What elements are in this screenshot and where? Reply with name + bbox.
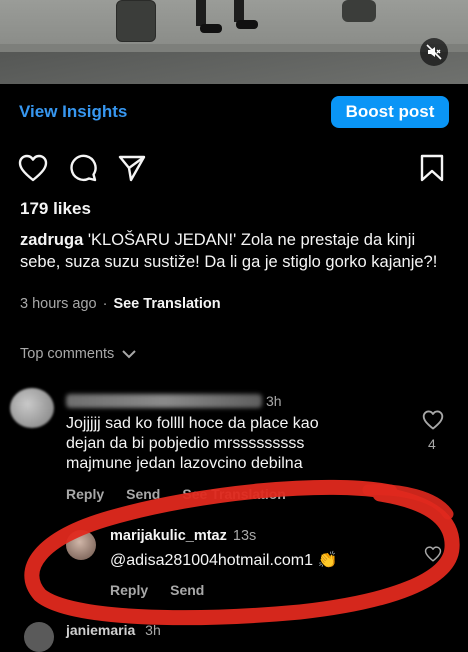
video-person-shoe (236, 20, 258, 29)
post-meta: 3 hours ago · See Translation (20, 296, 221, 312)
send-button[interactable]: Send (126, 486, 160, 502)
video-person-leg (196, 0, 206, 26)
speaker-muted-icon (426, 44, 442, 60)
heart-icon[interactable] (424, 546, 442, 562)
video-ledge (0, 44, 468, 52)
comment-text: Jojjjjj sad ko follll hoce da place kao … (66, 414, 366, 474)
see-translation-link[interactable]: See Translation (182, 486, 285, 502)
blurred-username (66, 394, 262, 408)
boost-post-button[interactable]: Boost post (331, 96, 449, 128)
video-planter (116, 0, 156, 42)
comment-time: 3h (266, 393, 282, 409)
heart-icon[interactable] (422, 410, 444, 430)
video-planter (342, 0, 376, 22)
video-person-shoe (200, 24, 222, 33)
post-time: 3 hours ago (20, 296, 97, 312)
see-translation-link[interactable]: See Translation (113, 296, 220, 312)
reply-button[interactable]: Reply (66, 486, 104, 502)
comment-line: Jojjjjj sad ko follll hoce da place kao (66, 415, 319, 432)
chevron-down-icon (122, 350, 137, 359)
caption-username[interactable]: zadruga (20, 231, 83, 249)
reply-username[interactable]: marijakulic_mtaz (110, 528, 227, 544)
comment-author: janiemaria 3h (66, 622, 161, 638)
reply-text: @adisa281004hotmail.com1 👏 (110, 552, 338, 569)
comment-line: majmune jedan lazovcino debilna (66, 455, 303, 472)
send-button[interactable]: Send (170, 582, 204, 598)
caption-text: 'KLOŠARU JEDAN!' Zola ne prestaje da kin… (20, 231, 438, 271)
bookmark-icon[interactable] (420, 154, 444, 182)
paper-plane-icon[interactable] (118, 154, 146, 182)
top-comments-dropdown[interactable]: Top comments (20, 346, 137, 362)
post-caption: zadruga 'KLOŠARU JEDAN!' Zola ne prestaj… (20, 229, 450, 273)
top-comments-label: Top comments (20, 346, 115, 362)
comment-time: 3h (145, 622, 161, 638)
view-insights-link[interactable]: View Insights (19, 102, 127, 122)
reply-button[interactable]: Reply (110, 582, 148, 598)
comment-bubble-icon[interactable] (69, 154, 97, 182)
reply-time: 13s (232, 528, 257, 544)
likes-count[interactable]: 179 likes (20, 199, 91, 219)
avatar[interactable] (24, 622, 54, 652)
reply-actions: Reply Send (110, 582, 204, 598)
mute-button[interactable] (420, 38, 448, 66)
post-video[interactable] (0, 0, 468, 84)
comment-username[interactable]: janiemaria (66, 622, 135, 638)
video-ground (0, 52, 468, 84)
meta-separator: · (102, 296, 108, 312)
comment-line: dejan da bi pobjedio mrsssssssss (66, 435, 305, 452)
comment-like-count: 4 (428, 436, 436, 452)
video-person-leg (234, 0, 244, 22)
comment-actions: Reply Send See Translation (66, 486, 286, 502)
avatar[interactable] (66, 530, 96, 560)
reply-author: marijakulic_mtaz 13s (110, 528, 256, 544)
avatar[interactable] (10, 388, 54, 428)
heart-icon[interactable] (18, 154, 48, 182)
